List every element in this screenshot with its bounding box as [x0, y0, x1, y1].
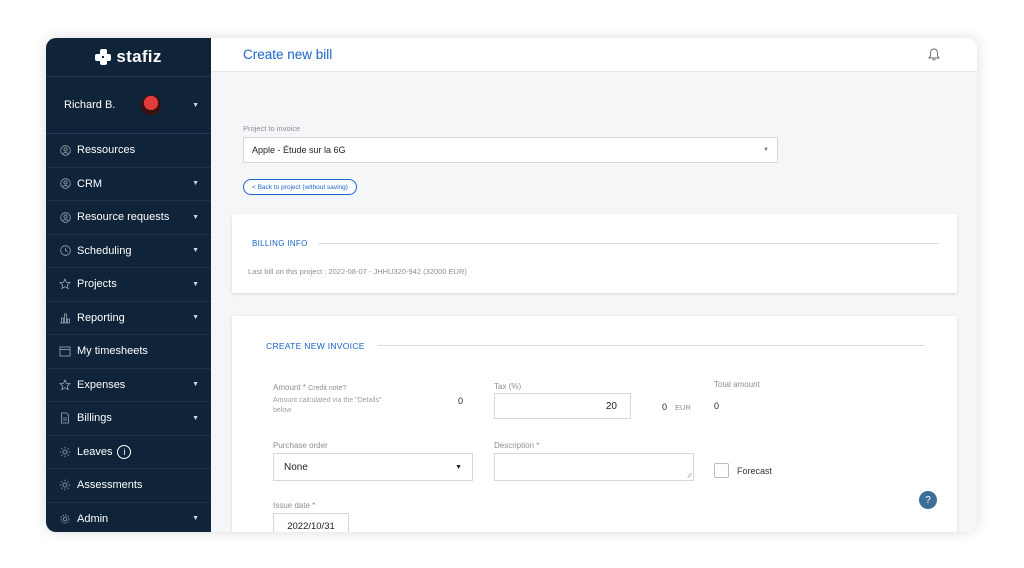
- gear-icon: [59, 513, 71, 525]
- main-area: Create new bill Project to invoice Apple…: [211, 38, 977, 532]
- sidebar-item-reporting[interactable]: Reporting ▼: [46, 302, 211, 335]
- sidebar-item-label: My timesheets: [77, 345, 148, 358]
- avatar: [141, 95, 162, 115]
- tax-input[interactable]: 20: [494, 393, 631, 419]
- top-bar: Create new bill: [211, 38, 977, 72]
- chevron-down-icon: ▼: [192, 247, 199, 255]
- po-label: Purchase order: [273, 441, 328, 450]
- po-value: None: [284, 461, 308, 473]
- chevron-down-icon: ▼: [192, 280, 199, 288]
- sidebar-item-assessments[interactable]: Assessments: [46, 469, 211, 503]
- sidebar-item-projects[interactable]: Projects ▼: [46, 268, 211, 302]
- billing-info-card: BILLING INFO Last bill on this project :…: [232, 214, 957, 293]
- sidebar: stafiz Richard B. ▼ Ressources CRM ▼ Resour…: [46, 38, 211, 532]
- sidebar-item-leaves[interactable]: Leaves i: [46, 436, 211, 469]
- sidebar-item-label: Scheduling: [77, 244, 132, 257]
- issue-date-value: 2022/10/31: [287, 520, 335, 532]
- last-bill-text: Last bill on this project : 2022-08-07 -…: [248, 267, 467, 276]
- back-to-project-button[interactable]: < Back to project (without saving): [243, 179, 357, 195]
- sidebar-item-ressources[interactable]: Ressources: [46, 134, 211, 168]
- logo-icon: [95, 49, 112, 65]
- chevron-down-icon: ▼: [192, 213, 199, 221]
- create-invoice-title: CREATE NEW INVOICE: [266, 341, 365, 351]
- sidebar-item-billings[interactable]: Billings ▼: [46, 402, 211, 436]
- help-icon[interactable]: ?: [919, 491, 937, 509]
- logo-text: stafiz: [116, 47, 162, 66]
- user-circle-icon: [59, 211, 71, 223]
- sidebar-item-label: Resource requests: [77, 211, 170, 224]
- credit-note-toggle[interactable]: Credit note?: [308, 385, 346, 392]
- star-icon: [59, 278, 71, 290]
- tax-value: 20: [605, 400, 617, 412]
- document-icon: [59, 412, 71, 424]
- app-window: stafiz Richard B. ▼ Ressources CRM ▼ Resour…: [46, 38, 977, 532]
- info-icon[interactable]: i: [117, 444, 132, 459]
- billing-info-title: BILLING INFO: [252, 239, 308, 248]
- project-label: Project to invoice: [243, 124, 301, 133]
- amount-value: 0: [458, 396, 464, 406]
- sidebar-item-resource-requests[interactable]: Resource requests ▼: [46, 201, 211, 235]
- chevron-down-icon: ▼: [192, 414, 199, 422]
- project-select[interactable]: Apple - Étude sur la 6G ▼: [243, 137, 778, 163]
- sidebar-item-label: Ressources: [77, 144, 136, 157]
- amount-hint: Amount calculated via the "Details" belo…: [273, 397, 382, 414]
- star-icon: [59, 378, 71, 391]
- sidebar-item-label: Billings: [77, 412, 112, 425]
- sidebar-item-label: Assessments: [77, 479, 143, 492]
- total-value: 0: [714, 401, 720, 411]
- logo[interactable]: stafiz: [46, 38, 211, 77]
- user-circle-icon: [59, 144, 71, 156]
- sidebar-item-label: Leaves: [77, 445, 113, 458]
- user-menu[interactable]: Richard B. ▼: [46, 77, 211, 134]
- sidebar-item-label: CRM: [77, 177, 103, 190]
- user-name: Richard B.: [64, 99, 116, 111]
- sidebar-item-scheduling[interactable]: Scheduling ▼: [46, 235, 211, 268]
- divider: [378, 345, 925, 346]
- sidebar-item-label: Projects: [77, 278, 117, 291]
- tax-label: Tax (%): [494, 382, 522, 391]
- chevron-down-icon: ▼: [455, 463, 462, 471]
- sidebar-item-expenses[interactable]: Expenses ▼: [46, 369, 211, 402]
- description-label: Description *: [494, 441, 540, 450]
- sidebar-item-admin[interactable]: Admin ▼: [46, 503, 211, 533]
- description-textarea[interactable]: ⁄⁄: [494, 453, 694, 481]
- currency-label: EUR: [675, 403, 691, 412]
- forecast-label: Forecast: [737, 466, 773, 476]
- sidebar-item-crm[interactable]: CRM ▼: [46, 168, 211, 201]
- page-title: Create new bill: [243, 47, 333, 62]
- amount-label-row: Amount * Credit note?: [273, 383, 346, 392]
- chevron-down-icon: ▼: [192, 314, 199, 322]
- chevron-down-icon: ▼: [192, 381, 199, 389]
- sidebar-item-label: Reporting: [77, 311, 125, 324]
- content: Project to invoice Apple - Étude sur la …: [231, 71, 957, 532]
- bar-chart-icon: [59, 312, 71, 324]
- calendar-icon: [59, 345, 71, 357]
- chevron-down-icon: ▼: [763, 147, 769, 153]
- chevron-down-icon: ▼: [192, 515, 199, 523]
- issue-date-label: Issue date *: [273, 501, 316, 510]
- sidebar-item-label: Admin: [77, 512, 109, 525]
- purchase-order-select[interactable]: None ▼: [273, 453, 473, 481]
- divider: [318, 243, 939, 244]
- total-label: Total amount: [714, 380, 760, 389]
- bell-icon[interactable]: [928, 48, 940, 61]
- sidebar-item-my-timesheets[interactable]: My timesheets: [46, 335, 211, 369]
- amount-label: Amount *: [273, 383, 306, 392]
- user-circle-icon: [59, 178, 71, 190]
- tax-amount: 0: [662, 402, 668, 412]
- project-value: Apple - Étude sur la 6G: [252, 145, 346, 155]
- sidebar-item-label: Expenses: [77, 378, 126, 391]
- create-invoice-card: CREATE NEW INVOICE Amount * Credit note?…: [232, 316, 957, 532]
- chevron-down-icon: ▼: [192, 101, 199, 109]
- resize-handle-icon: ⁄⁄: [688, 473, 691, 480]
- sun-icon: [59, 479, 71, 491]
- forecast-checkbox[interactable]: [714, 463, 729, 478]
- sun-icon: [59, 446, 71, 458]
- clock-icon: [59, 245, 71, 257]
- sidebar-nav: Ressources CRM ▼ Resource requests ▼ Scheduli…: [46, 134, 211, 532]
- issue-date-input[interactable]: 2022/10/31: [273, 513, 349, 532]
- chevron-down-icon: ▼: [192, 180, 199, 188]
